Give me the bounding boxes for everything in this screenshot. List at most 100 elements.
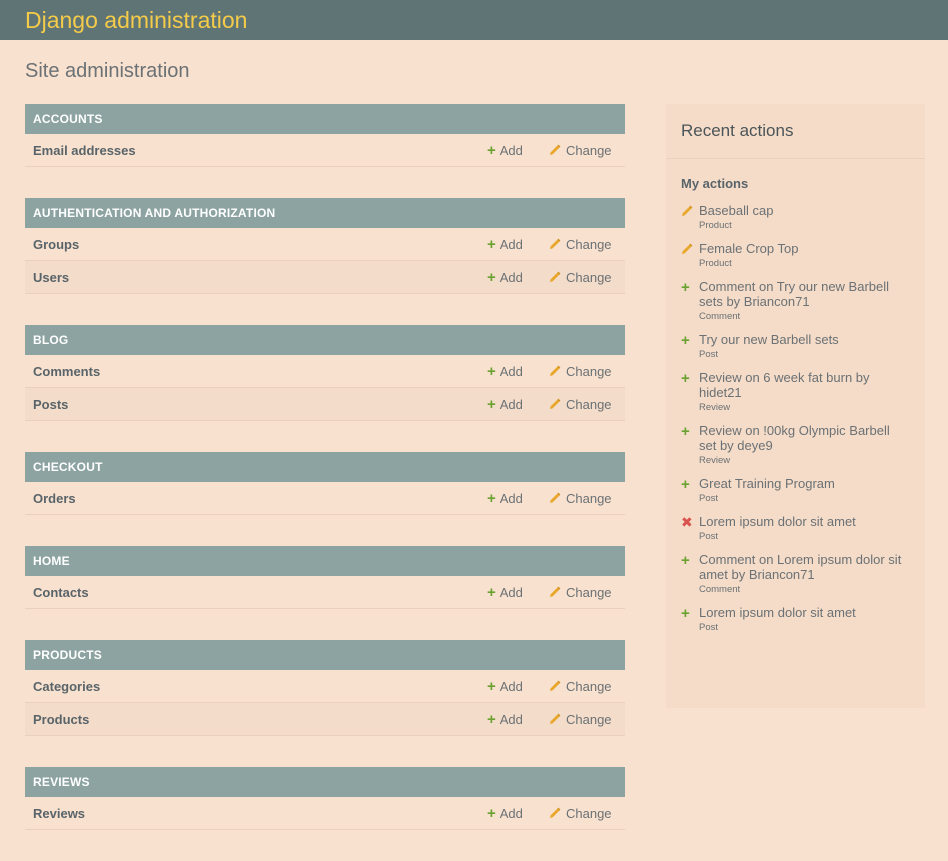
site-branding[interactable]: Django administration bbox=[25, 0, 247, 40]
change-label: Change bbox=[566, 269, 612, 285]
recent-action-type: Comment bbox=[699, 311, 741, 322]
model-link[interactable]: Email addresses bbox=[25, 143, 625, 158]
model-row-categories: Categories + Add Change bbox=[25, 670, 625, 703]
app-module-reviews: Reviews Reviews + Add Change bbox=[25, 767, 625, 830]
pencil-icon bbox=[549, 144, 561, 156]
app-module-blog: Blog Comments + Add Change Posts + Add Change bbox=[25, 325, 625, 421]
app-caption[interactable]: Authentication and Authorization bbox=[25, 198, 625, 228]
app-caption[interactable]: Reviews bbox=[25, 767, 625, 797]
recent-action-link[interactable]: Female Crop Top bbox=[699, 241, 910, 256]
pencil-icon bbox=[549, 586, 561, 598]
add-link[interactable]: + Add bbox=[487, 364, 523, 379]
plus-icon: + bbox=[487, 583, 496, 601]
app-module-authentication-and-authorization: Authentication and Authorization Groups + A… bbox=[25, 198, 625, 294]
app-module-home: Home Contacts + Add Change bbox=[25, 546, 625, 609]
plus-icon: + bbox=[681, 278, 690, 296]
change-link[interactable]: Change bbox=[549, 712, 612, 727]
pencil-icon bbox=[549, 271, 561, 283]
plus-icon: + bbox=[487, 141, 496, 159]
recent-action-link[interactable]: Lorem ipsum dolor sit amet bbox=[699, 514, 910, 529]
recent-action-link[interactable]: Baseball cap bbox=[699, 203, 910, 218]
add-label: Add bbox=[499, 805, 523, 821]
model-row-posts: Posts + Add Change bbox=[25, 388, 625, 421]
add-link[interactable]: + Add bbox=[487, 585, 523, 600]
app-caption[interactable]: Checkout bbox=[25, 452, 625, 482]
add-link[interactable]: + Add bbox=[487, 806, 523, 821]
add-link[interactable]: + Add bbox=[487, 237, 523, 252]
change-label: Change bbox=[566, 142, 612, 158]
add-label: Add bbox=[499, 363, 523, 379]
add-link[interactable]: + Add bbox=[487, 491, 523, 506]
model-link[interactable]: Users bbox=[25, 270, 625, 285]
change-label: Change bbox=[566, 236, 612, 252]
add-link[interactable]: + Add bbox=[487, 143, 523, 158]
add-link[interactable]: + Add bbox=[487, 712, 523, 727]
app-caption[interactable]: Home bbox=[25, 546, 625, 576]
plus-icon: + bbox=[487, 489, 496, 507]
add-label: Add bbox=[499, 236, 523, 252]
change-link[interactable]: Change bbox=[549, 143, 612, 158]
change-label: Change bbox=[566, 490, 612, 506]
change-label: Change bbox=[566, 396, 612, 412]
recent-actions-title: Recent actions bbox=[666, 104, 925, 159]
plus-icon: + bbox=[681, 475, 690, 493]
model-link[interactable]: Reviews bbox=[25, 806, 625, 821]
recent-action-item: + Comment on Lorem ipsum dolor sit amet b… bbox=[681, 552, 910, 595]
change-link[interactable]: Change bbox=[549, 806, 612, 821]
add-link[interactable]: + Add bbox=[487, 679, 523, 694]
recent-action-link[interactable]: Comment on Lorem ipsum dolor sit amet by… bbox=[699, 552, 910, 582]
recent-action-type: Post bbox=[699, 622, 719, 633]
plus-icon: + bbox=[681, 331, 690, 349]
pencil-icon bbox=[549, 713, 561, 725]
model-link[interactable]: Groups bbox=[25, 237, 625, 252]
plus-icon: + bbox=[487, 804, 496, 822]
app-list: Accounts Email addresses + Add Change Authent… bbox=[25, 104, 625, 861]
model-link[interactable]: Orders bbox=[25, 491, 625, 506]
model-link[interactable]: Products bbox=[25, 712, 625, 727]
recent-action-link[interactable]: Great Training Program bbox=[699, 476, 910, 491]
plus-icon: + bbox=[681, 551, 690, 569]
change-link[interactable]: Change bbox=[549, 364, 612, 379]
plus-icon: + bbox=[681, 369, 690, 387]
recent-action-item: + Review on 6 week fat burn by hidet21 Rev… bbox=[681, 370, 910, 413]
pencil-icon bbox=[549, 398, 561, 410]
recent-action-link[interactable]: Review on !00kg Olympic Barbell set by d… bbox=[699, 423, 910, 453]
model-link[interactable]: Contacts bbox=[25, 585, 625, 600]
change-link[interactable]: Change bbox=[549, 491, 612, 506]
pencil-icon bbox=[681, 204, 693, 218]
app-module-checkout: Checkout Orders + Add Change bbox=[25, 452, 625, 515]
change-label: Change bbox=[566, 584, 612, 600]
my-actions-title: My actions bbox=[681, 176, 749, 191]
app-module-products: Products Categories + Add Change Products + Add… bbox=[25, 640, 625, 736]
add-link[interactable]: + Add bbox=[487, 270, 523, 285]
app-caption[interactable]: Products bbox=[25, 640, 625, 670]
recent-action-link[interactable]: Review on 6 week fat burn by hidet21 bbox=[699, 370, 910, 400]
add-label: Add bbox=[499, 142, 523, 158]
recent-action-type: Product bbox=[699, 220, 732, 231]
model-link[interactable]: Comments bbox=[25, 364, 625, 379]
plus-icon: + bbox=[487, 677, 496, 695]
add-label: Add bbox=[499, 490, 523, 506]
recent-action-item: ✖ Lorem ipsum dolor sit amet Post bbox=[681, 514, 910, 542]
plus-icon: + bbox=[487, 710, 496, 728]
app-caption[interactable]: Accounts bbox=[25, 104, 625, 134]
recent-action-item: Baseball cap Product bbox=[681, 203, 910, 231]
change-label: Change bbox=[566, 711, 612, 727]
recent-action-type: Post bbox=[699, 531, 719, 542]
change-link[interactable]: Change bbox=[549, 270, 612, 285]
model-link[interactable]: Posts bbox=[25, 397, 625, 412]
model-row-reviews: Reviews + Add Change bbox=[25, 797, 625, 830]
change-link[interactable]: Change bbox=[549, 237, 612, 252]
recent-action-link[interactable]: Comment on Try our new Barbell sets by B… bbox=[699, 279, 910, 309]
change-link[interactable]: Change bbox=[549, 585, 612, 600]
pencil-icon bbox=[549, 680, 561, 692]
change-link[interactable]: Change bbox=[549, 397, 612, 412]
header-bar: Django administration bbox=[0, 0, 948, 40]
app-caption[interactable]: Blog bbox=[25, 325, 625, 355]
change-link[interactable]: Change bbox=[549, 679, 612, 694]
model-link[interactable]: Categories bbox=[25, 679, 625, 694]
recent-action-link[interactable]: Lorem ipsum dolor sit amet bbox=[699, 605, 910, 620]
recent-action-link[interactable]: Try our new Barbell sets bbox=[699, 332, 910, 347]
plus-icon: + bbox=[487, 362, 496, 380]
add-link[interactable]: + Add bbox=[487, 397, 523, 412]
